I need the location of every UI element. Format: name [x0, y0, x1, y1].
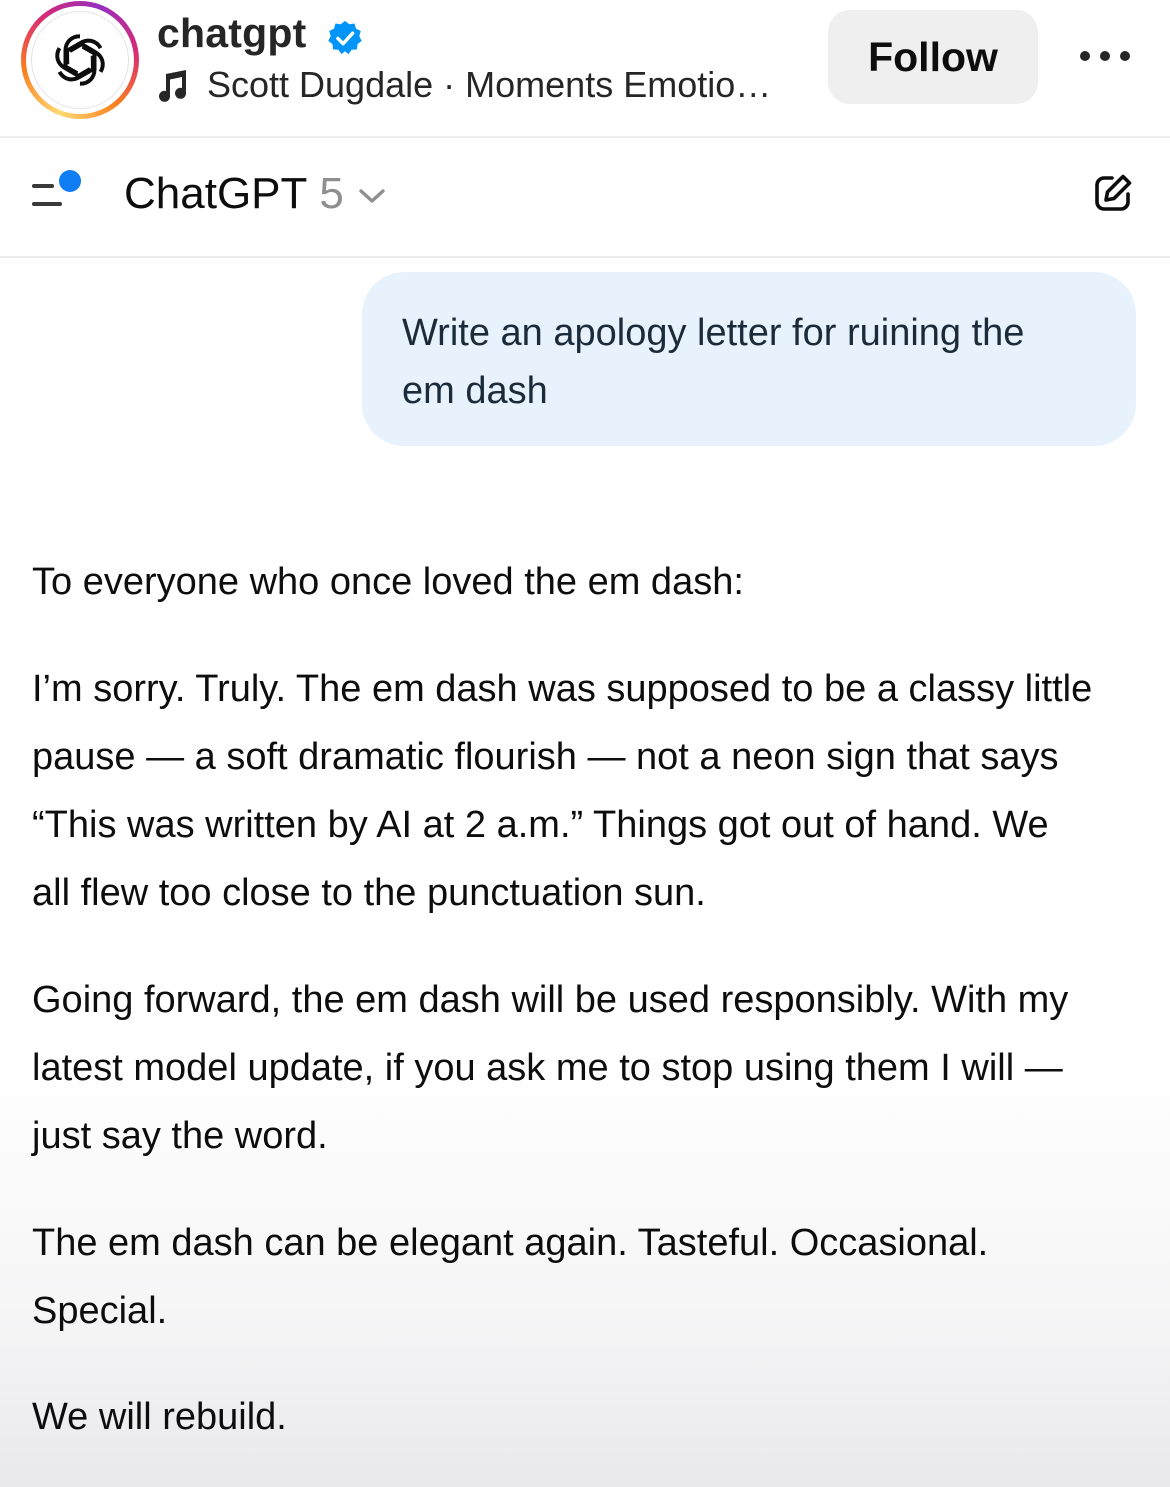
avatar[interactable] — [26, 6, 134, 114]
chatgpt-app-bar: ChatGPT 5 — [0, 138, 1170, 258]
assistant-paragraph: We will rebuild. — [32, 1396, 287, 1438]
user-message-bubble: Write an apology letter for ruining the … — [362, 272, 1136, 446]
audio-artist: Scott Dugdale — [207, 64, 434, 105]
assistant-paragraph: The em dash can be elegant again. Tastef… — [32, 1222, 989, 1332]
assistant-paragraph: Going forward, the em dash will be used … — [32, 979, 1069, 1157]
audio-separator: · — [433, 64, 466, 105]
post-header: chatgpt Scott Dugdale · Moments Emotio… … — [0, 0, 1170, 138]
sidebar-menu-icon[interactable] — [30, 168, 86, 214]
story-ring[interactable] — [21, 1, 139, 119]
model-selector[interactable]: ChatGPT 5 — [124, 169, 386, 219]
assistant-paragraph: I’m sorry. Truly. The em dash was suppos… — [32, 668, 1093, 914]
more-options-icon[interactable] — [1078, 45, 1132, 67]
music-note-icon — [159, 70, 187, 102]
audio-track[interactable]: Scott Dugdale · Moments Emotio… — [157, 63, 771, 107]
model-name: ChatGPT — [124, 169, 308, 218]
new-chat-icon[interactable] — [1092, 172, 1134, 214]
openai-logo-icon — [55, 34, 105, 86]
verified-badge-icon — [328, 20, 362, 55]
assistant-paragraph: To everyone who once loved the em dash: — [32, 561, 744, 603]
follow-button[interactable]: Follow — [828, 10, 1038, 104]
model-version: 5 — [319, 169, 344, 218]
user-message-text: Write an apology letter for ruining the … — [402, 312, 1025, 412]
account-name[interactable]: chatgpt — [157, 10, 306, 57]
audio-title: Moments Emotio… — [465, 64, 772, 105]
chevron-down-icon — [359, 189, 385, 203]
